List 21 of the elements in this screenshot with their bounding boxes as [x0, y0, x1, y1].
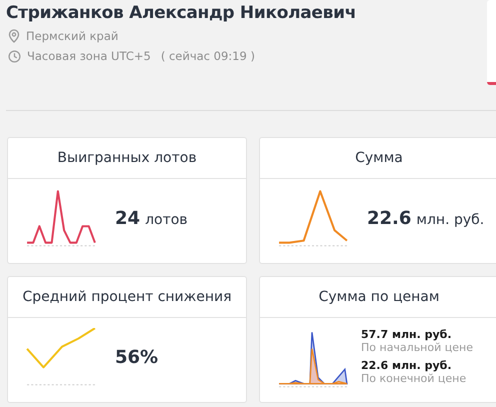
stat-value: 56% — [115, 346, 158, 368]
amount-value: 57.7 млн. руб. — [361, 328, 453, 341]
sparkline-chart — [25, 328, 97, 386]
stat-value: 22.6 млн. руб. — [367, 208, 484, 228]
location-pin-icon — [8, 29, 20, 43]
clock-icon — [8, 50, 21, 62]
sparkline-chart — [277, 330, 349, 388]
card-title: Сумма по ценам — [260, 277, 496, 318]
person-name: Стрижанков Александр Николаевич — [6, 3, 356, 23]
amount-label: По начальной цене — [361, 341, 473, 354]
local-time-text: ( сейчас 09:19 ) — [160, 49, 255, 63]
stat-value: 24 лотов — [115, 208, 188, 228]
sparkline-chart — [277, 189, 349, 247]
timezone-text: Часовая зона UTC+5 — [27, 49, 151, 63]
region-text: Пермский край — [26, 29, 118, 43]
sparkline-chart — [25, 189, 97, 247]
amount-label: По конечной цене — [361, 372, 468, 385]
card-title: Средний процент снижения — [8, 277, 246, 318]
card-title: Сумма — [260, 138, 496, 179]
card-title: Выигранных лотов — [8, 138, 246, 179]
amount-value: 22.6 млн. руб. — [361, 359, 453, 372]
